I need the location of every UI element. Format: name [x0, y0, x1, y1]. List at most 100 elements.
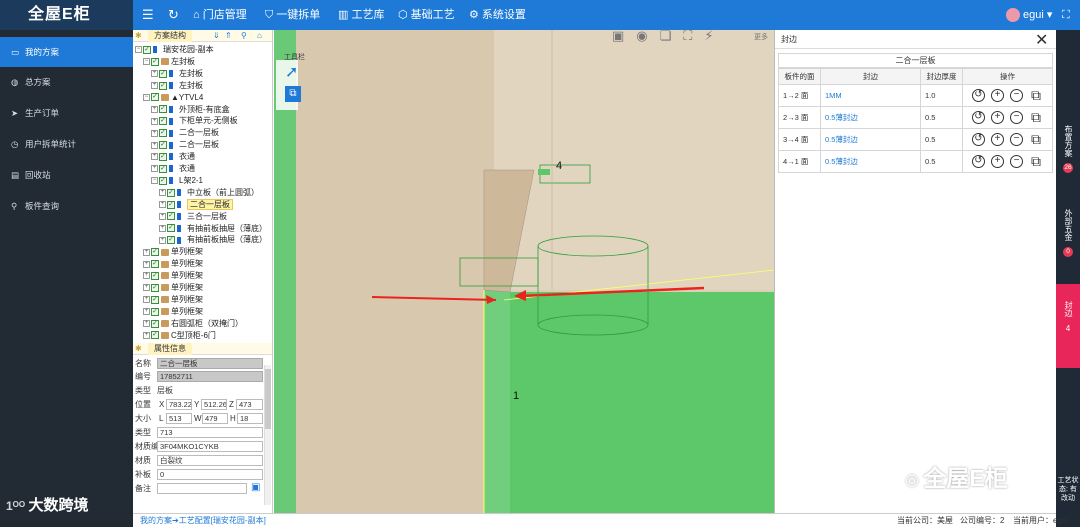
edge-type-link[interactable]: 0.5薄封边	[820, 106, 921, 129]
history-icon[interactable]: ↺	[972, 155, 985, 168]
expand-toggle-icon[interactable]: −	[151, 177, 158, 185]
copy-tool-icon[interactable]: ⧉	[285, 86, 301, 102]
tree-node[interactable]: + ✓ 右圆弧柜（双掩门）	[143, 318, 243, 330]
prop-material-field[interactable]: 白裂纹	[157, 455, 263, 466]
prop-filler-field[interactable]: 0	[157, 469, 263, 480]
tree-node[interactable]: + ✓ 外顶柜-有底盒	[151, 104, 230, 116]
expand-toggle-icon[interactable]: +	[151, 153, 158, 161]
node-checkbox[interactable]: ✓	[151, 295, 159, 304]
node-checkbox[interactable]: ✓	[167, 188, 175, 197]
tree-node[interactable]: + ✓ 单列框架	[143, 306, 203, 318]
props-scrollbar[interactable]	[264, 365, 271, 505]
expand-toggle-icon[interactable]: −	[143, 93, 150, 101]
layers-icon[interactable]: ❏	[660, 30, 684, 43]
expand-toggle-icon[interactable]: +	[143, 320, 150, 328]
tree-home-icon[interactable]: ⌂	[257, 30, 262, 42]
expand-toggle-icon[interactable]: +	[151, 105, 158, 113]
node-checkbox[interactable]: ✓	[159, 117, 167, 126]
prop-h-input[interactable]: 18	[237, 413, 263, 424]
node-checkbox[interactable]: ✓	[167, 200, 175, 209]
save-icon[interactable]: ▣	[251, 482, 260, 494]
collapse-all-icon[interactable]: ⇑	[225, 30, 232, 42]
3d-viewport[interactable]: 工具栏 ➚ ⧉ ▣◉❏⛶⚡ 更多 4 1	[274, 30, 774, 513]
tree-node[interactable]: − ✓ 左封板	[143, 56, 195, 68]
tab-layout-plan[interactable]: 布置方案 26	[1056, 122, 1080, 182]
tree-node[interactable]: + ✓ 单列框架	[143, 246, 203, 258]
node-checkbox[interactable]: ✓	[151, 57, 159, 66]
expand-toggle-icon[interactable]: +	[151, 70, 158, 78]
prop-z-input[interactable]: 473	[236, 399, 263, 410]
node-checkbox[interactable]: ✓	[143, 45, 151, 54]
tree-node[interactable]: − ✓ 瑞安花园-副本	[135, 44, 214, 56]
tree-node[interactable]: + ✓ 单列框架	[143, 270, 203, 282]
history-icon[interactable]: ↺	[972, 111, 985, 124]
node-checkbox[interactable]: ✓	[159, 152, 167, 161]
more-tools-button[interactable]: 更多	[754, 32, 768, 42]
tab-edge-banding[interactable]: 封边 4	[1056, 284, 1080, 368]
add-icon[interactable]: +	[991, 133, 1004, 146]
tree-node[interactable]: + ✓ 三合一层板	[159, 211, 227, 223]
tree-node[interactable]: + ✓ 有抽前板抽屉（薄底）	[159, 223, 267, 235]
node-checkbox[interactable]: ✓	[151, 260, 159, 269]
expand-toggle-icon[interactable]: +	[151, 82, 158, 90]
copy-icon[interactable]: ⧉	[1029, 110, 1043, 124]
history-icon[interactable]: ↺	[972, 89, 985, 102]
prop-y-input[interactable]: 512.26	[201, 399, 227, 410]
breadcrumb-my-plans[interactable]: 我的方案	[140, 516, 172, 525]
sidebar-item-production-orders[interactable]: ➤ 生产订单	[0, 98, 133, 128]
expand-toggle-icon[interactable]: +	[151, 165, 158, 173]
sidebar-item-all-plans[interactable]: ◍ 总方案	[0, 67, 133, 97]
prop-note-field[interactable]	[157, 483, 247, 494]
expand-toggle-icon[interactable]: +	[159, 236, 166, 244]
prop-category-field[interactable]: 713	[157, 427, 263, 438]
node-checkbox[interactable]: ✓	[151, 271, 159, 280]
fit-view-icon[interactable]: ⛶	[683, 30, 704, 43]
copy-icon[interactable]: ⧉	[1029, 88, 1043, 102]
expand-toggle-icon[interactable]: +	[143, 308, 150, 316]
node-checkbox[interactable]: ✓	[159, 141, 167, 150]
sidebar-item-my-plans[interactable]: ▭ 我的方案	[0, 37, 133, 67]
node-checkbox[interactable]: ✓	[151, 331, 159, 340]
node-checkbox[interactable]: ✓	[159, 69, 167, 78]
expand-toggle-icon[interactable]: +	[159, 224, 166, 232]
expand-toggle-icon[interactable]: +	[143, 284, 150, 292]
menu-item-basic-process[interactable]: ⬡ 基础工艺	[398, 0, 455, 30]
tree-node[interactable]: + ✓ 二合一层板	[151, 139, 219, 151]
tree-node[interactable]: + ✓ 衣通	[151, 151, 195, 163]
edge-type-link[interactable]: 1MM	[820, 84, 921, 107]
node-checkbox[interactable]: ✓	[167, 236, 175, 245]
prop-x-input[interactable]: 783.22	[166, 399, 192, 410]
tree-node[interactable]: + ✓ 左封板	[151, 68, 203, 80]
remove-icon[interactable]: −	[1010, 111, 1023, 124]
expand-toggle-icon[interactable]: +	[159, 212, 166, 220]
node-checkbox[interactable]: ✓	[159, 105, 167, 114]
node-checkbox[interactable]: ✓	[159, 129, 167, 138]
expand-toggle-icon[interactable]: +	[143, 248, 150, 256]
expand-toggle-icon[interactable]: +	[151, 141, 158, 149]
node-checkbox[interactable]: ✓	[151, 248, 159, 257]
close-icon[interactable]: ✕	[1035, 30, 1048, 50]
node-checkbox[interactable]: ✓	[151, 283, 159, 292]
tree-node[interactable]: + ✓ 二合一层板	[159, 198, 233, 211]
measure-icon[interactable]: ⚡	[704, 30, 725, 43]
sidebar-item-recycle-bin[interactable]: ▤ 回收站	[0, 160, 133, 190]
target-icon[interactable]: ◉	[636, 30, 659, 43]
expand-toggle-icon[interactable]: −	[143, 58, 150, 66]
tree-node[interactable]: + ✓ 有抽前板抽屉（薄底）	[159, 234, 267, 246]
tree-node[interactable]: + ✓ 单列框架	[143, 282, 203, 294]
menu-item-store[interactable]: ⌂ 门店管理	[193, 0, 247, 30]
tree-node[interactable]: + ✓ 衣通	[151, 163, 195, 175]
tab-external-hardware[interactable]: 外部五金 0	[1056, 206, 1080, 264]
history-icon[interactable]: ↺	[972, 133, 985, 146]
expand-toggle-icon[interactable]: +	[151, 117, 158, 125]
tree-node[interactable]: + ✓ 中立板（前上圆弧）	[159, 187, 259, 199]
prop-l-input[interactable]: 513	[166, 413, 192, 424]
remove-icon[interactable]: −	[1010, 133, 1023, 146]
expand-toggle-icon[interactable]: +	[143, 296, 150, 304]
node-checkbox[interactable]: ✓	[159, 164, 167, 173]
node-checkbox[interactable]: ✓	[167, 212, 175, 221]
refresh-icon[interactable]: ↻	[168, 0, 179, 30]
node-checkbox[interactable]: ✓	[159, 81, 167, 90]
sidebar-item-board-search[interactable]: ⚲ 板件查询	[0, 191, 133, 221]
expand-toggle-icon[interactable]: +	[143, 331, 150, 339]
